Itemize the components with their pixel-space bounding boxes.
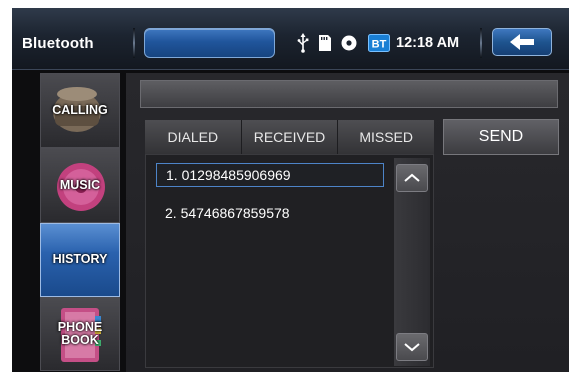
sidebar-item-music[interactable]: MUSIC xyxy=(40,148,120,223)
back-button[interactable] xyxy=(492,28,552,56)
device-name-field[interactable] xyxy=(144,28,275,58)
disc-icon xyxy=(340,33,358,53)
sd-card-icon xyxy=(318,33,332,53)
sidebar-item-phone-book[interactable]: PHONE BOOK xyxy=(40,297,120,371)
history-tabs: DIALED RECEIVED MISSED xyxy=(145,120,435,154)
clock: 12:18 AM xyxy=(396,35,460,51)
sidebar-item-label: HISTORY xyxy=(52,252,108,267)
clock-divider xyxy=(480,28,482,58)
tab-dialed[interactable]: DIALED xyxy=(145,120,242,154)
sidebar-item-calling[interactable]: CALLING xyxy=(40,73,120,148)
app-title: Bluetooth xyxy=(22,35,94,52)
number-display-field xyxy=(140,80,558,108)
top-bar xyxy=(12,8,569,70)
title-divider xyxy=(133,28,135,58)
scroll-up-button[interactable] xyxy=(396,164,428,192)
back-arrow-icon xyxy=(510,34,534,50)
chevron-up-icon xyxy=(404,173,420,182)
sidebar-item-label: CALLING xyxy=(52,102,108,117)
scroll-down-button[interactable] xyxy=(396,333,428,361)
svg-text:BT: BT xyxy=(372,39,387,51)
usb-icon xyxy=(296,33,310,53)
bluetooth-icon: BT xyxy=(368,34,390,52)
tab-received[interactable]: RECEIVED xyxy=(241,120,339,154)
list-item[interactable]: 2. 54746867859578 xyxy=(156,201,384,225)
sidebar-item-label: PHONE BOOK xyxy=(57,319,103,347)
chevron-down-icon xyxy=(404,343,420,352)
sidebar-item-history[interactable]: HISTORY xyxy=(40,223,120,297)
sidebar-item-label: MUSIC xyxy=(59,177,101,192)
send-button[interactable]: SEND xyxy=(443,119,559,155)
tab-missed[interactable]: MISSED xyxy=(338,120,435,154)
list-item[interactable]: 1. 01298485906969 xyxy=(156,163,384,187)
